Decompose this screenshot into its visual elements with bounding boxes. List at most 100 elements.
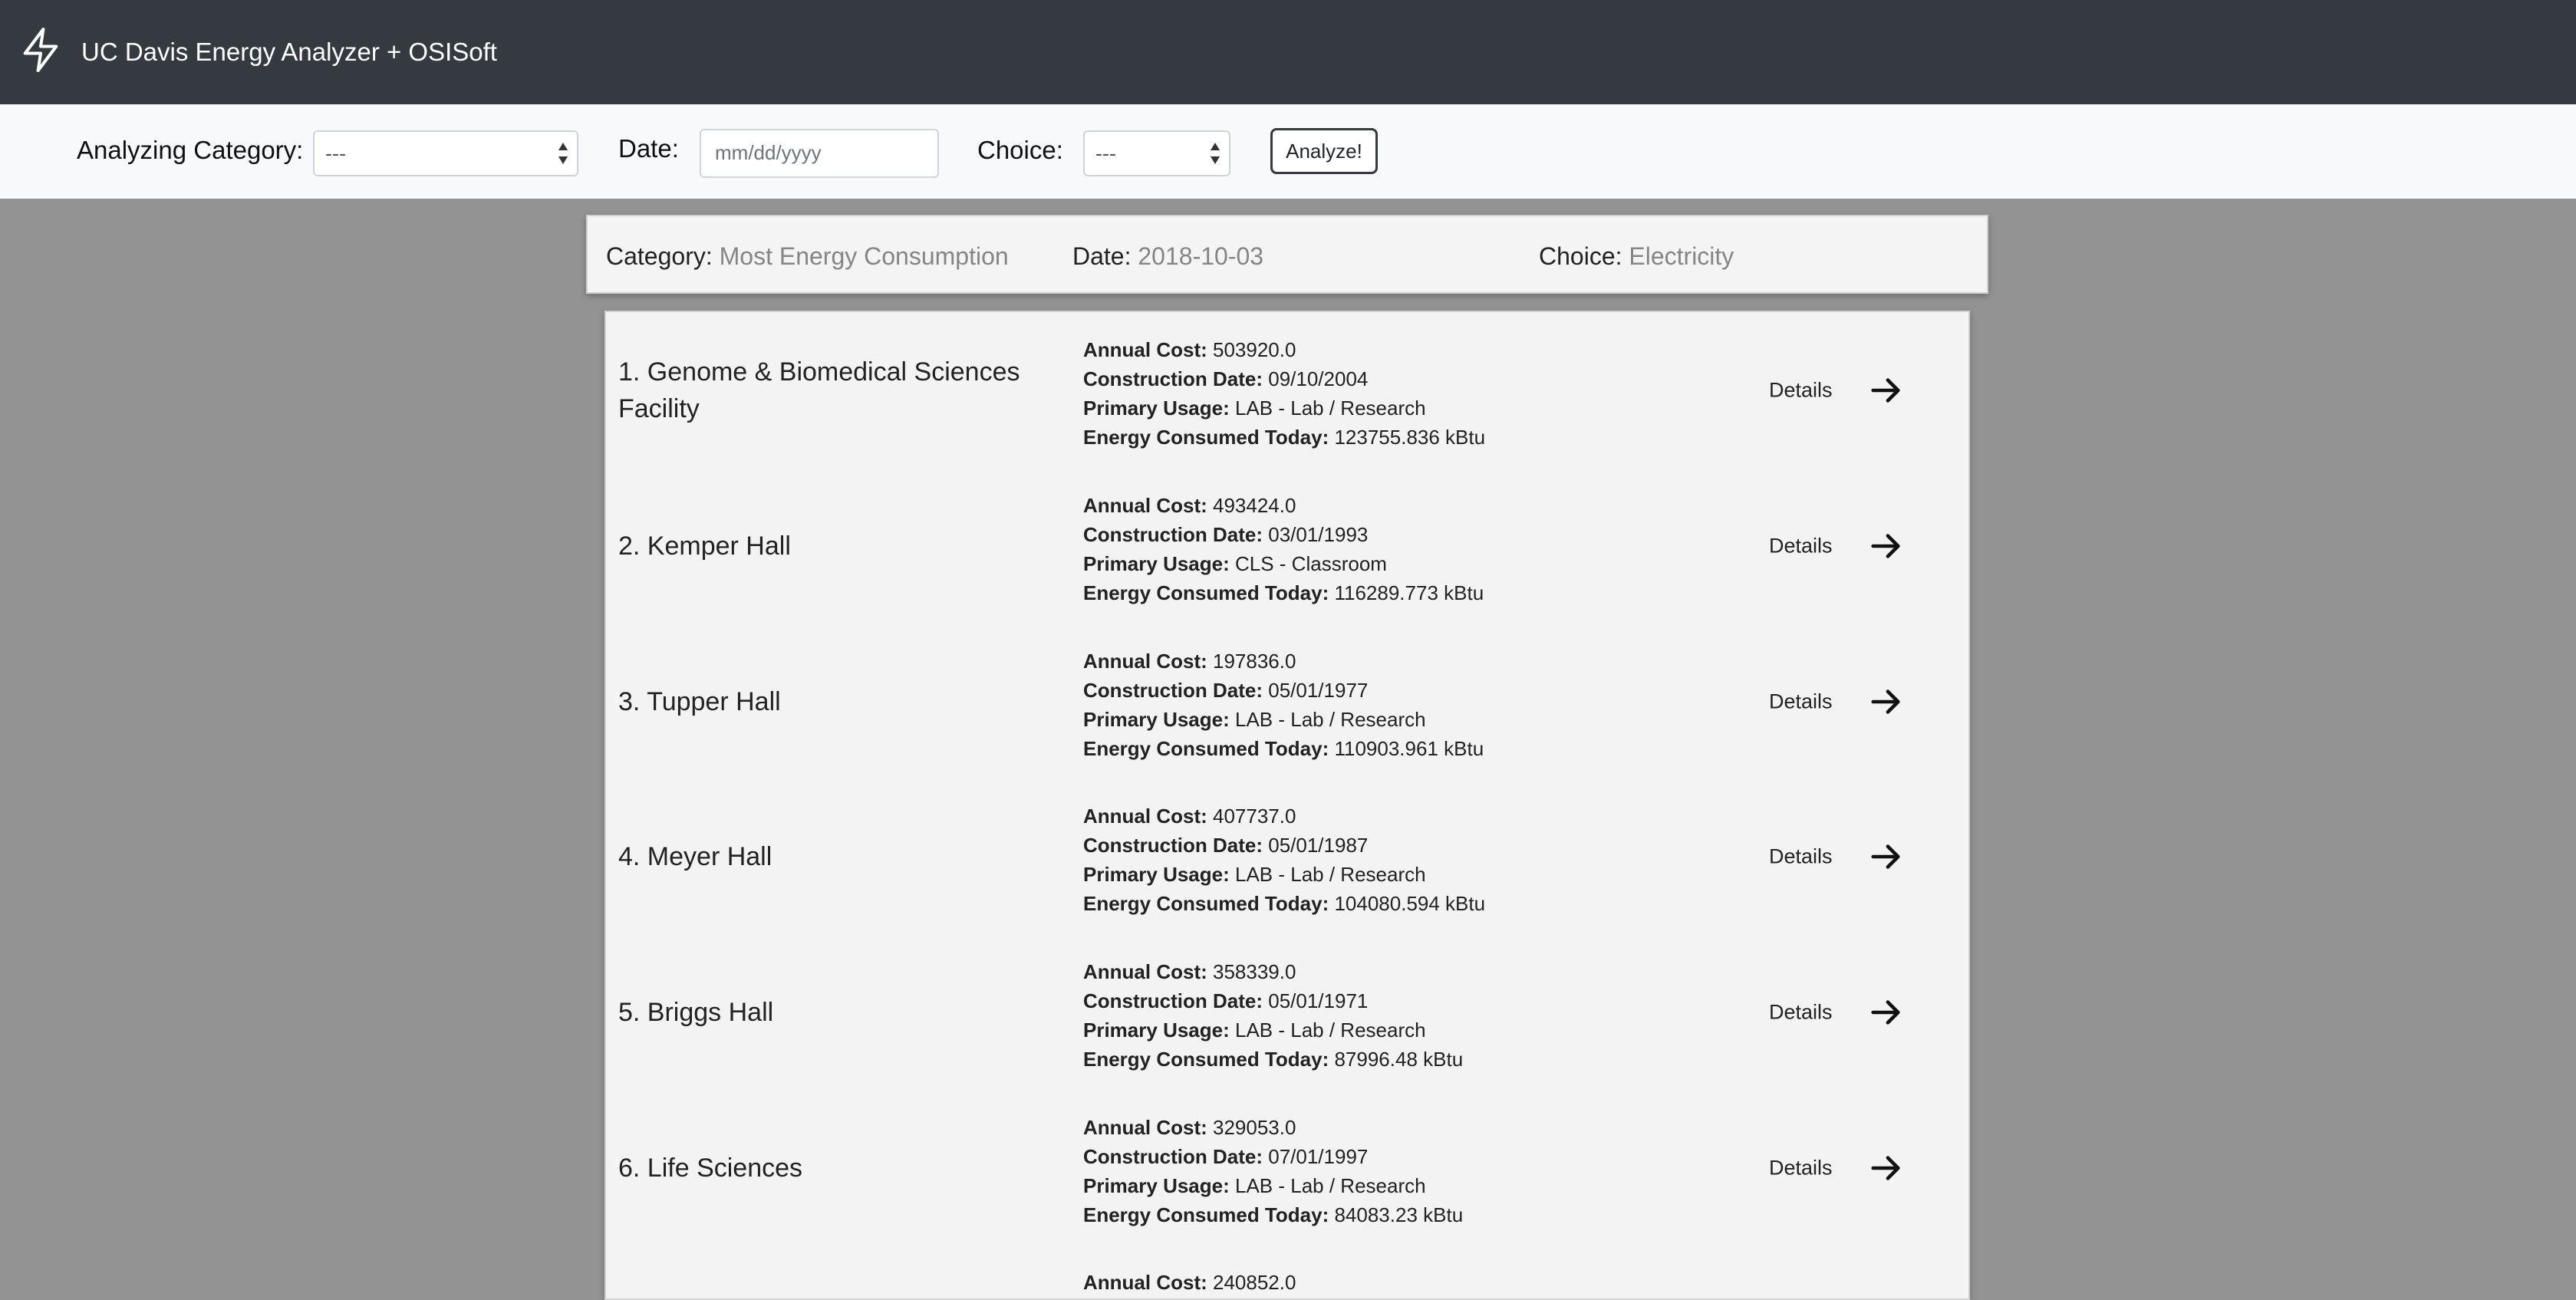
list-item: 3. Tupper Hall Annual Cost: 197836.0 Con… <box>606 624 1968 779</box>
category-select[interactable]: --- <box>313 130 578 176</box>
choice-select[interactable]: --- <box>1083 130 1230 176</box>
choice-label: Choice: <box>977 136 1063 164</box>
arrow-right-icon[interactable] <box>1869 373 1904 408</box>
arrow-right-icon[interactable] <box>1869 995 1904 1030</box>
construction-date-label: Construction Date: <box>1083 834 1263 857</box>
annual-cost-label: Annual Cost: <box>1083 805 1207 828</box>
details-link[interactable]: Details <box>1769 534 1833 558</box>
choice-select-value: --- <box>1095 142 1116 165</box>
analysis-summary: Category: Most Energy Consumption Date: … <box>586 215 1988 294</box>
construction-date-value: 05/01/1977 <box>1268 679 1369 702</box>
primary-usage-label: Primary Usage: <box>1083 1174 1230 1197</box>
arrow-right-icon[interactable] <box>1869 684 1904 719</box>
summary-category-key: Category: <box>606 242 713 270</box>
summary-date-value: 2018-10-03 <box>1138 242 1264 270</box>
list-item: 5. Briggs Hall Annual Cost: 358339.0 Con… <box>606 934 1968 1090</box>
construction-date-value: 05/01/1971 <box>1268 989 1369 1012</box>
primary-usage-label: Primary Usage: <box>1083 863 1230 886</box>
primary-usage-value: LAB - Lab / Research <box>1235 863 1426 886</box>
energy-today-label: Energy Consumed Today: <box>1083 581 1329 604</box>
energy-today-label: Energy Consumed Today: <box>1083 737 1329 760</box>
arrow-right-icon[interactable] <box>1869 839 1904 874</box>
summary-date: Date: 2018-10-03 <box>1072 241 1263 272</box>
building-name: 2. Kemper Hall <box>618 531 791 561</box>
construction-date-label: Construction Date: <box>1083 679 1263 702</box>
summary-category-value: Most Energy Consumption <box>719 242 1009 270</box>
annual-cost-value: 407737.0 <box>1213 805 1296 828</box>
primary-usage-value: CLS - Classroom <box>1235 552 1387 575</box>
building-name: 6. Life Sciences <box>618 1153 803 1183</box>
primary-usage-label: Primary Usage: <box>1083 552 1230 575</box>
arrow-right-icon[interactable] <box>1869 1150 1904 1186</box>
energy-today-value: 104080.594 kBtu <box>1334 892 1486 915</box>
annual-cost-label: Annual Cost: <box>1083 494 1207 517</box>
category-select-value: --- <box>325 142 346 165</box>
building-name: 1. Genome & Biomedical Sciences Facility <box>618 357 1020 423</box>
construction-date-label: Construction Date: <box>1083 367 1263 390</box>
annual-cost-value: 358339.0 <box>1213 960 1296 983</box>
construction-date-value: 07/01/1997 <box>1268 1145 1369 1168</box>
primary-usage-label: Primary Usage: <box>1083 397 1230 420</box>
annual-cost-label: Annual Cost: <box>1083 338 1207 361</box>
energy-today-value: 110903.961 kBtu <box>1334 737 1484 760</box>
list-item: 2. Kemper Hall Annual Cost: 493424.0 Con… <box>606 468 1968 624</box>
app-brand[interactable]: UC Davis Energy Analyzer + OSISoft <box>81 35 497 69</box>
details-link[interactable]: Details <box>1769 378 1833 402</box>
energy-today-label: Energy Consumed Today: <box>1083 1203 1329 1226</box>
building-name: 4. Meyer Hall <box>618 841 772 871</box>
annual-cost-value: 197836.0 <box>1213 650 1296 673</box>
energy-today-value: 84083.23 kBtu <box>1334 1203 1464 1226</box>
lightning-bolt-icon[interactable] <box>20 25 61 74</box>
building-info: Annual Cost: 503920.0 Construction Date:… <box>1083 335 1620 452</box>
date-input-placeholder: mm/dd/yyyy <box>715 141 822 164</box>
annual-cost-value: 329053.0 <box>1213 1116 1296 1139</box>
building-info: Annual Cost: 240852.0 <box>1083 1268 1620 1297</box>
summary-date-key: Date: <box>1072 242 1132 270</box>
energy-today-label: Energy Consumed Today: <box>1083 892 1329 915</box>
primary-usage-value: LAB - Lab / Research <box>1235 397 1426 420</box>
details-link[interactable]: Details <box>1769 1000 1833 1024</box>
select-caret-icon <box>1211 143 1220 164</box>
annual-cost-label: Annual Cost: <box>1083 1271 1207 1294</box>
construction-date-label: Construction Date: <box>1083 989 1263 1012</box>
building-list: 1. Genome & Biomedical Sciences Facility… <box>604 311 1970 1300</box>
list-item: 6. Life Sciences Annual Cost: 329053.0 C… <box>606 1090 1968 1246</box>
details-link[interactable]: Details <box>1769 844 1833 868</box>
primary-usage-label: Primary Usage: <box>1083 708 1230 731</box>
construction-date-label: Construction Date: <box>1083 1145 1263 1168</box>
construction-date-value: 03/01/1993 <box>1268 523 1369 546</box>
construction-date-label: Construction Date: <box>1083 523 1263 546</box>
energy-today-value: 123755.836 kBtu <box>1334 426 1486 449</box>
category-label: Analyzing Category: <box>77 136 304 164</box>
annual-cost-label: Annual Cost: <box>1083 650 1207 673</box>
primary-usage-label: Primary Usage: <box>1083 1019 1230 1042</box>
energy-today-value: 87996.48 kBtu <box>1334 1048 1464 1071</box>
select-caret-icon <box>558 143 568 164</box>
annual-cost-label: Annual Cost: <box>1083 1116 1207 1139</box>
building-info: Annual Cost: 493424.0 Construction Date:… <box>1083 491 1620 607</box>
annual-cost-value: 503920.0 <box>1213 338 1296 361</box>
energy-today-label: Energy Consumed Today: <box>1083 426 1329 449</box>
building-name: 5. Briggs Hall <box>618 997 774 1027</box>
arrow-right-icon[interactable] <box>1869 528 1904 564</box>
details-link[interactable]: Details <box>1769 689 1833 713</box>
annual-cost-value: 493424.0 <box>1213 494 1296 517</box>
date-label: Date: <box>618 134 679 163</box>
analyze-button[interactable]: Analyze! <box>1270 128 1378 174</box>
primary-usage-value: LAB - Lab / Research <box>1235 1174 1426 1197</box>
building-name: 3. Tupper Hall <box>618 686 781 716</box>
building-info: Annual Cost: 358339.0 Construction Date:… <box>1083 957 1620 1074</box>
primary-usage-value: LAB - Lab / Research <box>1235 1019 1426 1042</box>
annual-cost-value: 240852.0 <box>1213 1271 1296 1294</box>
construction-date-value: 05/01/1987 <box>1268 834 1369 857</box>
list-item: 4. Meyer Hall Annual Cost: 407737.0 Cons… <box>606 778 1968 934</box>
primary-usage-value: LAB - Lab / Research <box>1235 708 1426 731</box>
date-input[interactable]: mm/dd/yyyy <box>700 129 939 178</box>
building-info: Annual Cost: 407737.0 Construction Date:… <box>1083 801 1620 918</box>
list-item: Annual Cost: 240852.0 <box>606 1245 1968 1294</box>
construction-date-value: 09/10/2004 <box>1268 367 1369 390</box>
summary-choice: Choice: Electricity <box>1539 241 1734 272</box>
annual-cost-label: Annual Cost: <box>1083 960 1207 983</box>
analysis-form: Analyzing Category: --- Date: mm/dd/yyyy… <box>0 104 2576 199</box>
details-link[interactable]: Details <box>1769 1156 1833 1180</box>
